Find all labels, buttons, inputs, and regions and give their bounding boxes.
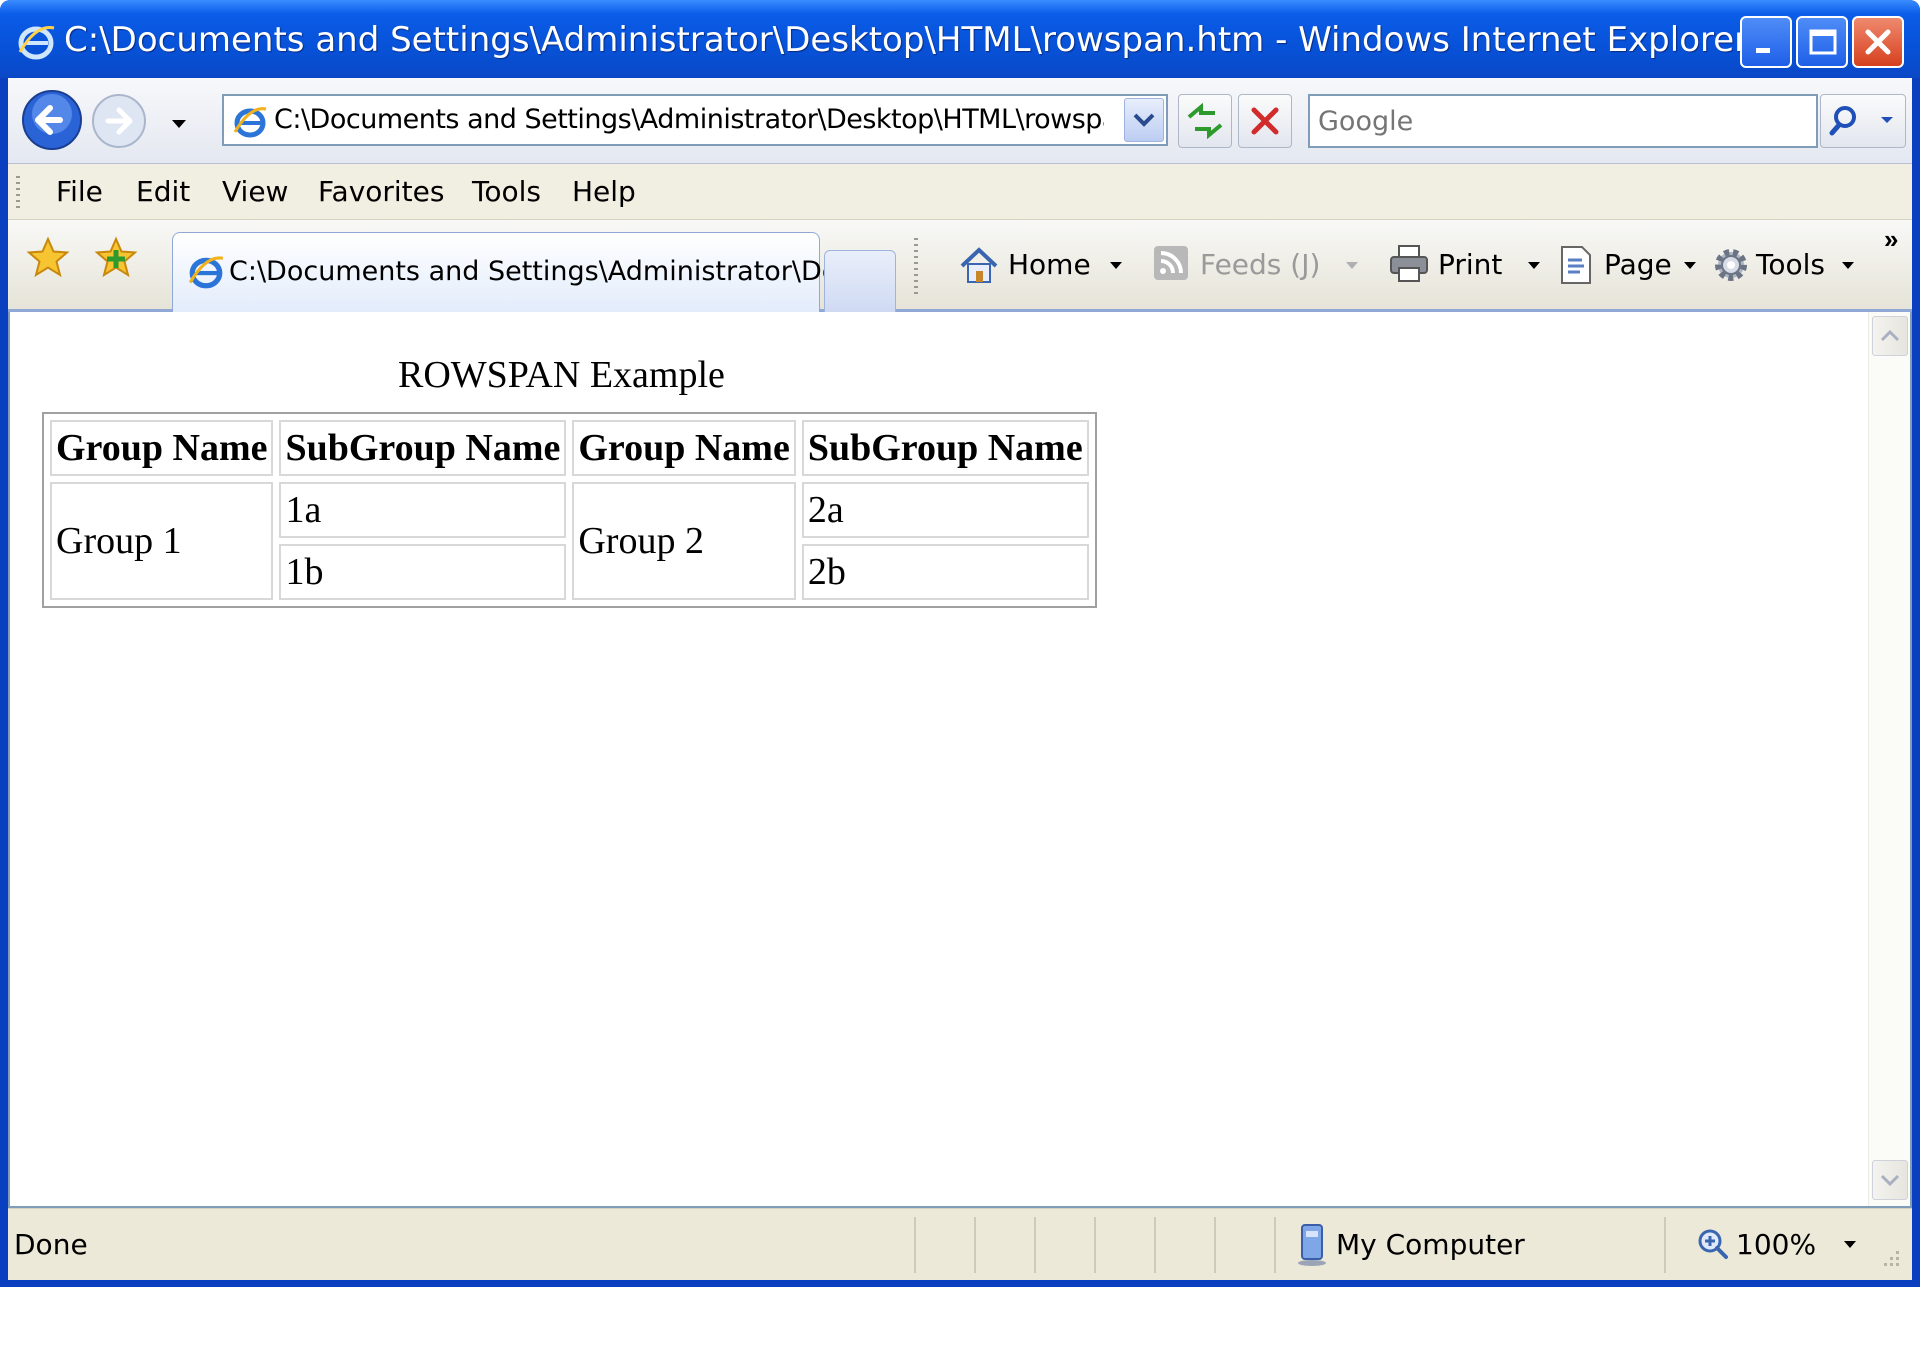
- search-icon: [1829, 106, 1893, 136]
- stop-icon: [1251, 107, 1279, 135]
- print-dropdown-icon[interactable]: [1526, 260, 1542, 272]
- column-header: SubGroup Name: [801, 420, 1089, 476]
- chevron-down-icon: [1133, 113, 1155, 127]
- tools-dropdown-icon[interactable]: [1840, 260, 1856, 272]
- favorites-star-icon[interactable]: [26, 236, 70, 280]
- feeds-button: Feeds (J): [1200, 248, 1321, 281]
- address-dropdown-button[interactable]: [1124, 98, 1164, 142]
- menu-bar: File Edit View Favorites Tools Help: [8, 164, 1912, 220]
- search-button[interactable]: [1820, 94, 1906, 148]
- scroll-up-button[interactable]: [1872, 316, 1908, 356]
- tab-bar: C:\Documents and Settings\Administrator\…: [8, 220, 1912, 312]
- page-content: ROWSPAN Example Group Name SubGroup Name…: [8, 312, 1912, 1208]
- menu-tools[interactable]: Tools: [472, 172, 541, 212]
- chevron-up-icon: [1880, 329, 1900, 342]
- status-divider: [1034, 1217, 1036, 1273]
- table-row: Group 1 1a Group 2 2a: [50, 482, 1089, 600]
- status-divider: [1664, 1217, 1666, 1273]
- scroll-down-button[interactable]: [1872, 1160, 1908, 1200]
- address-toolbar: C:\Documents and Settings\Administrator\…: [8, 78, 1912, 164]
- history-dropdown-icon[interactable]: [170, 118, 188, 130]
- security-zone[interactable]: My Computer: [1336, 1223, 1525, 1267]
- status-divider: [1214, 1217, 1216, 1273]
- rowspan-table: Group Name SubGroup Name Group Name SubG…: [42, 412, 1097, 608]
- zoom-level[interactable]: 100%: [1736, 1223, 1816, 1267]
- menu-view[interactable]: View: [222, 172, 288, 212]
- print-icon: [1390, 245, 1428, 282]
- subgroup-cell: 2a: [801, 482, 1089, 538]
- table-header-row: Group Name SubGroup Name Group Name SubG…: [50, 420, 1089, 476]
- stop-button[interactable]: [1238, 94, 1292, 148]
- back-arrow-icon[interactable]: [20, 88, 84, 152]
- maximize-icon: [1809, 29, 1837, 55]
- new-tab-button[interactable]: [824, 250, 896, 312]
- feeds-dropdown-icon: [1346, 262, 1358, 269]
- tools-button[interactable]: Tools: [1756, 242, 1825, 288]
- maximize-button[interactable]: [1796, 16, 1848, 68]
- status-divider: [974, 1217, 976, 1273]
- status-divider: [1094, 1217, 1096, 1273]
- home-button[interactable]: Home: [1008, 242, 1091, 288]
- minimize-icon: [1756, 48, 1770, 53]
- zoom-dropdown-icon[interactable]: [1842, 1239, 1858, 1251]
- page-button[interactable]: Page: [1604, 242, 1672, 288]
- address-bar[interactable]: C:\Documents and Settings\Administrator\…: [222, 94, 1168, 146]
- computer-icon: [1298, 1224, 1326, 1266]
- refresh-icon: [1187, 102, 1223, 140]
- subgroup-cell: 2b: [801, 544, 1089, 600]
- address-input[interactable]: C:\Documents and Settings\Administrator\…: [274, 96, 1104, 144]
- home-dropdown-icon[interactable]: [1108, 260, 1124, 272]
- status-text: Done: [14, 1228, 88, 1261]
- column-header: Group Name: [50, 420, 274, 476]
- refresh-button[interactable]: [1178, 94, 1232, 148]
- page-icon: [1561, 246, 1591, 284]
- page-dropdown-icon[interactable]: [1682, 260, 1698, 272]
- column-header: Group Name: [572, 420, 796, 476]
- status-bar: Done My Computer 100%: [8, 1208, 1912, 1280]
- close-icon: [1865, 29, 1891, 55]
- ie-logo-icon: [233, 107, 267, 138]
- browser-window: C:\Documents and Settings\Administrator\…: [0, 0, 1920, 1287]
- toolbar-grip[interactable]: [16, 176, 20, 208]
- menu-file[interactable]: File: [56, 172, 103, 212]
- browser-frame: C:\Documents and Settings\Administrator\…: [8, 78, 1912, 1280]
- search-input[interactable]: [1316, 100, 1806, 142]
- menu-favorites[interactable]: Favorites: [318, 172, 444, 212]
- window-title: C:\Documents and Settings\Administrator\…: [64, 20, 1749, 60]
- subgroup-cell: 1b: [279, 544, 567, 600]
- chevron-down-icon: [1880, 1174, 1900, 1187]
- tab-label: C:\Documents and Settings\Administrator\…: [229, 256, 865, 287]
- ie-logo-icon: [188, 256, 224, 289]
- group-cell: Group 2: [572, 482, 796, 600]
- home-icon: [960, 247, 998, 283]
- page-title: ROWSPAN Example: [398, 354, 725, 396]
- status-divider: [914, 1217, 916, 1273]
- title-bar: C:\Documents and Settings\Administrator\…: [0, 0, 1920, 78]
- menu-help[interactable]: Help: [572, 172, 636, 212]
- forward-arrow-icon[interactable]: [90, 92, 148, 150]
- subgroup-cell: 1a: [279, 482, 567, 538]
- column-header: SubGroup Name: [279, 420, 567, 476]
- more-commands-icon[interactable]: »: [1884, 224, 1898, 255]
- group-cell: Group 1: [50, 482, 274, 600]
- toolbar-grip: [914, 238, 918, 294]
- print-button[interactable]: Print: [1438, 242, 1502, 288]
- minimize-button[interactable]: [1740, 16, 1792, 68]
- resize-grip-icon[interactable]: [1878, 1245, 1902, 1269]
- menu-edit[interactable]: Edit: [136, 172, 190, 212]
- vertical-scrollbar[interactable]: [1868, 312, 1910, 1206]
- add-favorites-icon[interactable]: [94, 236, 138, 280]
- feeds-icon: [1154, 246, 1188, 280]
- search-box[interactable]: [1308, 94, 1818, 148]
- tab-rowspan[interactable]: C:\Documents and Settings\Administrator\…: [172, 232, 864, 312]
- status-divider: [1154, 1217, 1156, 1273]
- close-button[interactable]: [1852, 16, 1904, 68]
- tools-gear-icon: [1715, 249, 1747, 281]
- ie-logo-icon: [18, 26, 55, 60]
- zoom-icon: [1698, 1229, 1728, 1259]
- status-divider: [1274, 1217, 1276, 1273]
